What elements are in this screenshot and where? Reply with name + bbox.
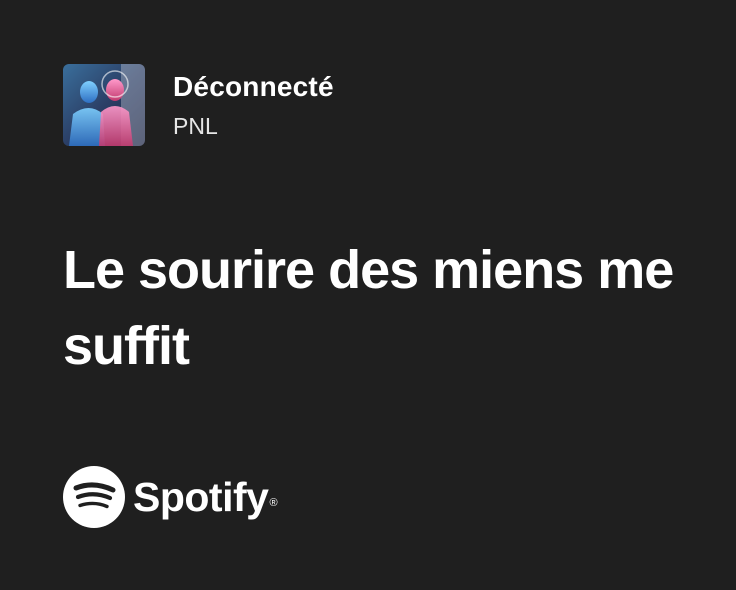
registered-mark: ® — [269, 497, 278, 509]
track-title: Déconnecté — [173, 71, 334, 102]
track-header[interactable]: Déconnecté PNL — [63, 64, 334, 146]
spotify-brand: Spotify® — [63, 466, 278, 528]
lyric-text: Le sourire des miens me suffit — [63, 240, 674, 376]
spotify-wordmark: Spotify® — [133, 473, 278, 521]
spotify-wordmark-text: Spotify — [133, 474, 269, 520]
lyrics-share-card: Déconnecté PNL Le sourire des miens me s… — [0, 0, 736, 590]
track-meta: Déconnecté PNL — [173, 70, 334, 140]
album-cover-image — [63, 64, 145, 146]
track-artist: PNL — [173, 113, 218, 139]
spotify-logo-icon — [63, 466, 125, 528]
